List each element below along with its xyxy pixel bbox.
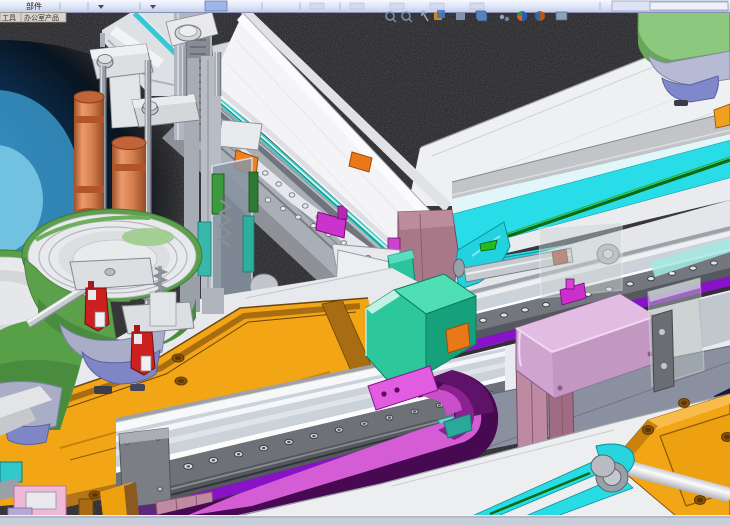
svg-text:办公室产品: 办公室产品 (24, 13, 59, 22)
svg-text:工具: 工具 (2, 14, 16, 22)
svg-text:部件: 部件 (26, 1, 42, 11)
